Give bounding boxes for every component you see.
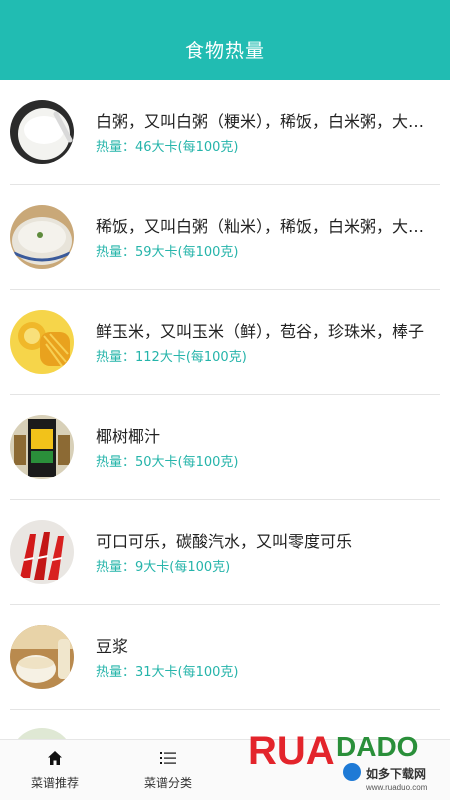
food-calories: 热量：59大卡(每100克): [96, 245, 239, 260]
corn-thumbnail: [10, 310, 74, 374]
food-calories: 热量：112大卡(每100克): [96, 350, 247, 365]
food-name: 豆浆: [96, 637, 129, 656]
list-item[interactable]: 可口可乐，碳酸汽水，又叫零度可乐 热量：9大卡(每100克): [10, 500, 440, 605]
food-name: 椰树椰汁: [96, 427, 161, 446]
list-icon: [160, 751, 176, 764]
food-name: 稀饭，又叫白粥（籼米），稀饭，白米粥，大米粥: [96, 217, 436, 236]
tab-categories[interactable]: 菜谱分类: [123, 740, 213, 800]
white-porridge-thumbnail: [10, 100, 74, 164]
food-name: 可口可乐，碳酸汽水，又叫零度可乐: [96, 532, 353, 551]
food-calories: 热量：50大卡(每100克): [96, 455, 239, 470]
food-list: 白粥，又叫白粥（粳米），稀饭，白米粥，大米粥 热量：46大卡(每100克) 稀饭…: [0, 80, 450, 792]
svg-text:RUA: RUA: [248, 729, 335, 773]
food-calories: 热量：46大卡(每100克): [96, 140, 239, 155]
list-item[interactable]: 稀饭，又叫白粥（籼米），稀饭，白米粥，大米粥 热量：59大卡(每100克): [10, 185, 440, 290]
list-item[interactable]: 豆浆 热量：31大卡(每100克): [10, 605, 440, 710]
food-calories: 热量：31大卡(每100克): [96, 665, 239, 680]
list-item[interactable]: 白粥，又叫白粥（粳米），稀饭，白米粥，大米粥 热量：46大卡(每100克): [10, 80, 440, 185]
coca-cola-thumbnail: [10, 520, 74, 584]
rice-porridge-thumbnail: [10, 205, 74, 269]
app-header: 食物热量: [0, 0, 450, 80]
home-icon: [48, 750, 62, 765]
tab-label: 菜谱推荐: [30, 775, 79, 790]
food-name: 白粥，又叫白粥（粳米），稀饭，白米粥，大米粥: [96, 112, 436, 131]
tab-label: 菜谱分类: [143, 775, 192, 790]
list-item[interactable]: 鲜玉米，又叫玉米（鲜），苞谷，珍珠米，棒子 热量：112大卡(每100克): [10, 290, 440, 395]
coconut-juice-thumbnail: [10, 415, 74, 479]
tab-recommended[interactable]: 菜谱推荐: [10, 740, 100, 800]
food-name: 鲜玉米，又叫玉米（鲜），苞谷，珍珠米，棒子: [96, 322, 425, 341]
svg-text:www.ruaduo.com: www.ruaduo.com: [365, 783, 428, 792]
soy-milk-thumbnail: [10, 625, 74, 689]
svg-text:如多下载网: 如多下载网: [366, 766, 426, 781]
list-item[interactable]: 椰树椰汁 热量：50大卡(每100克): [10, 395, 440, 500]
page-title: 食物热量: [184, 39, 265, 62]
food-calories: 热量：9大卡(每100克): [96, 560, 231, 575]
svg-text:DADO: DADO: [336, 731, 418, 762]
ruanduo-watermark-logo: RUA DADO 如多下载网 www.ruaduo.com: [248, 720, 438, 792]
